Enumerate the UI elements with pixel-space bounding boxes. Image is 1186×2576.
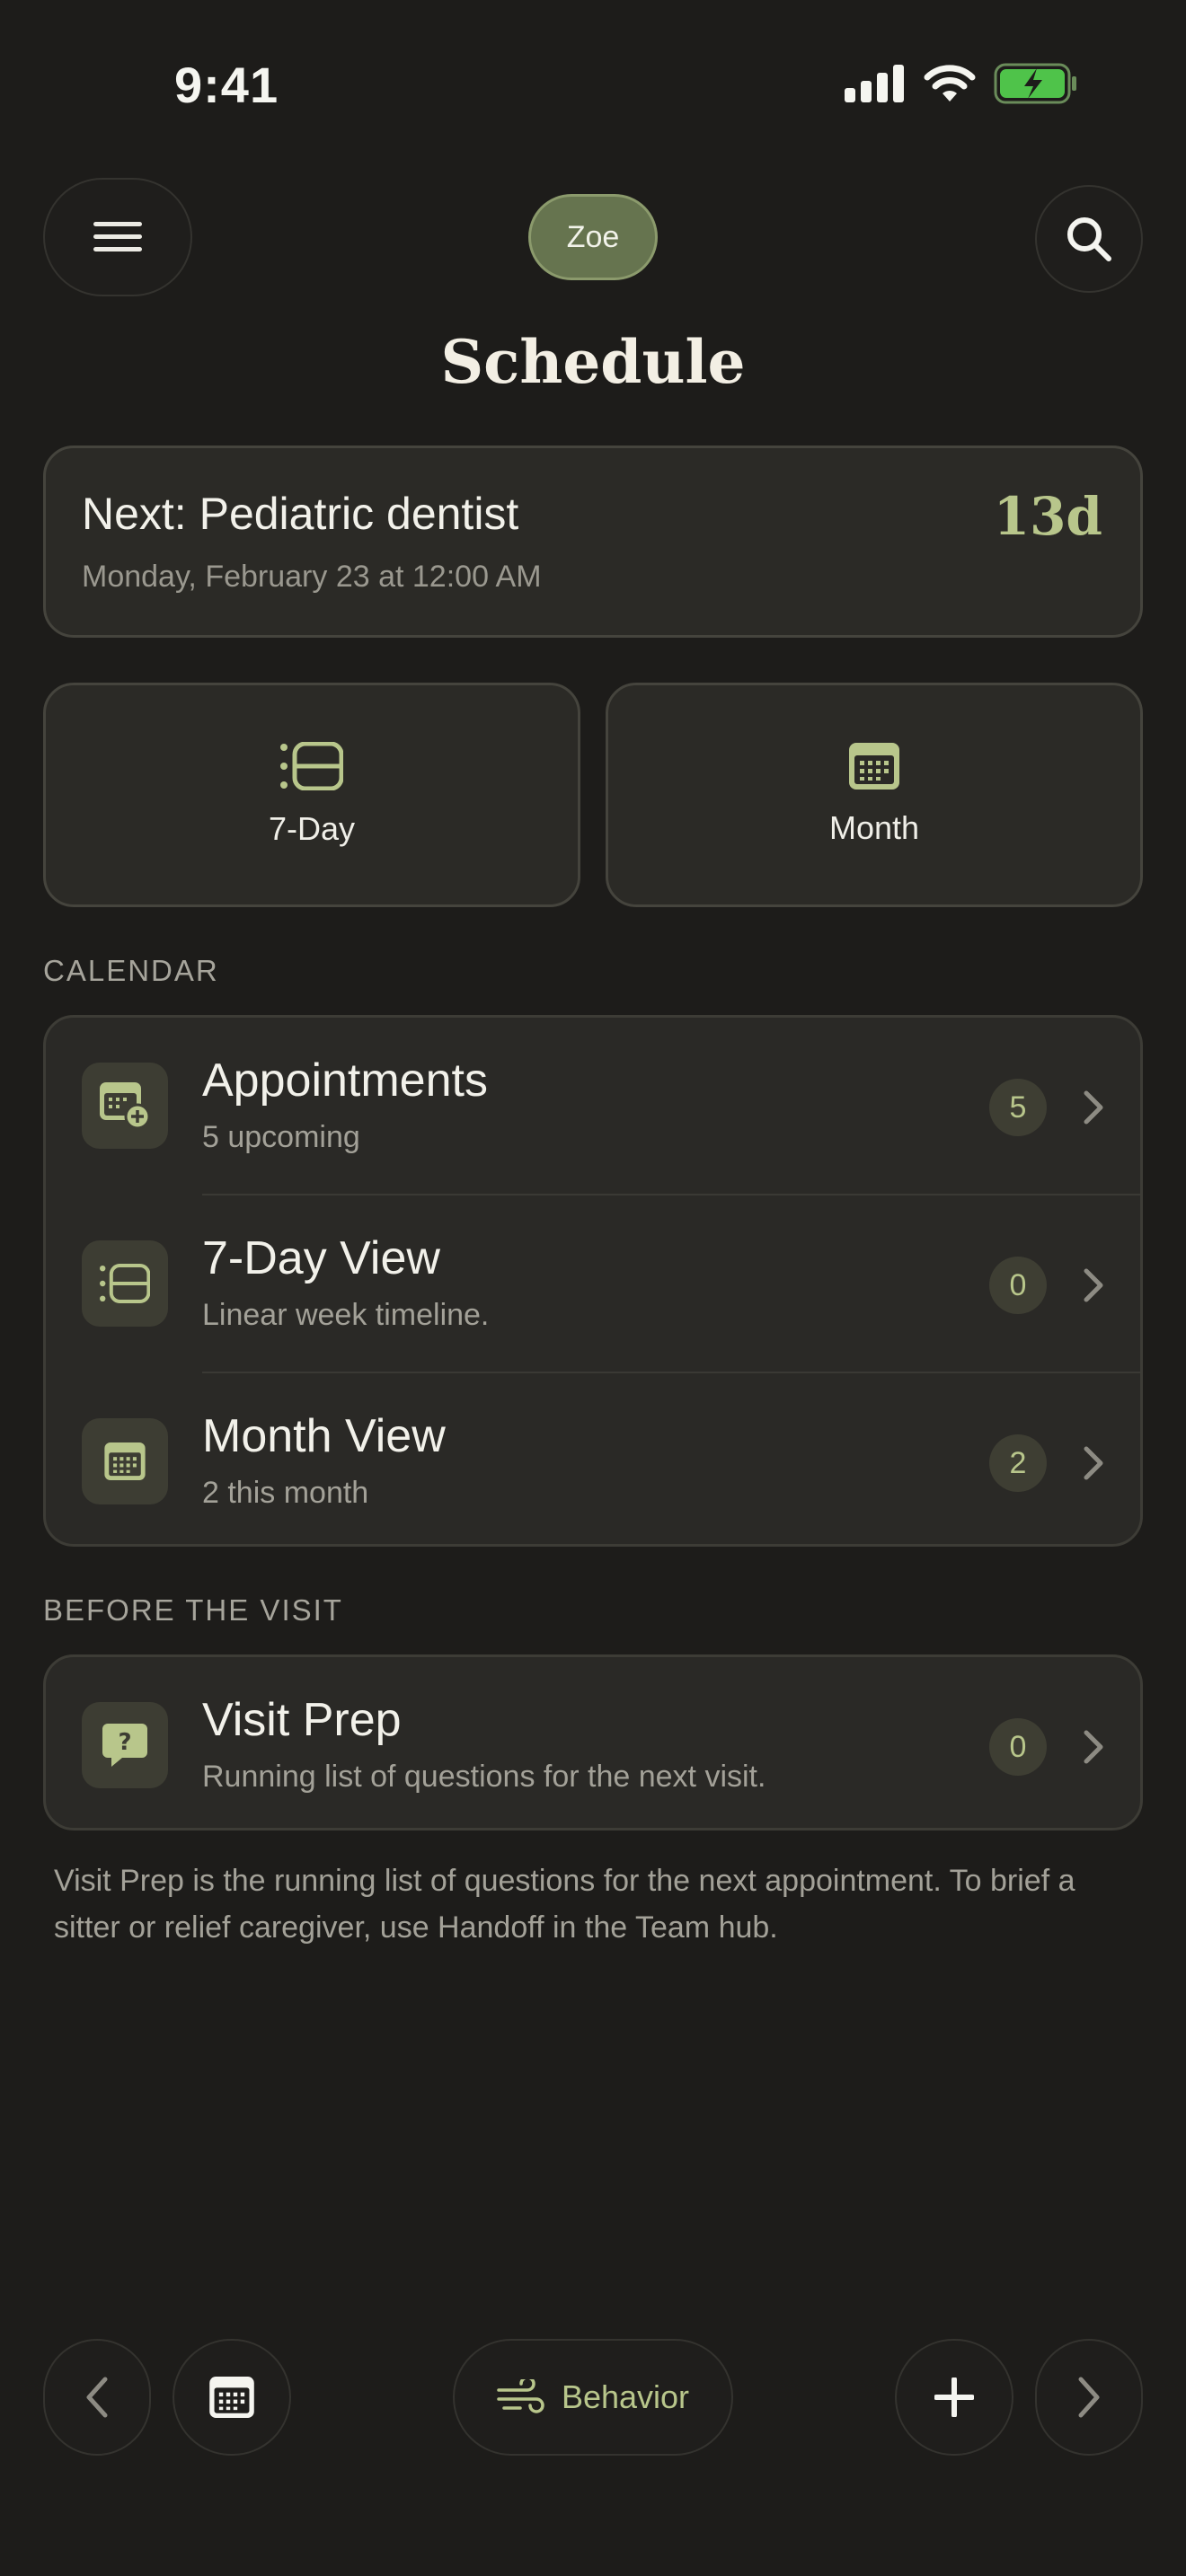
next-appointment-countdown: 13d [993,486,1102,547]
seven-day-tile[interactable]: 7-Day [43,683,580,907]
list-item-subtitle: Linear week timeline. [202,1298,490,1332]
month-tile-label: Month [828,809,920,846]
list-item-subtitle: Running list of questions for the next v… [202,1760,766,1794]
list-item-subtitle: 2 this month [202,1476,369,1510]
chevron-left-icon [86,2377,108,2418]
list-item-title: Visit Prep [202,1694,402,1746]
wifi-icon [924,65,976,101]
signal-icon [845,65,904,102]
calendar-add-icon [100,1082,150,1129]
list-item-month-view[interactable]: Month View 2 this month 2 [46,1373,1140,1544]
battery-charging-icon [994,63,1076,104]
count-badge: 5 [989,1079,1047,1136]
add-button[interactable] [895,2339,1013,2456]
search-button[interactable] [1035,185,1143,293]
calendar-icon [104,1442,146,1480]
visit-prep-footnote: Visit Prep is the running list of questi… [54,1864,1075,1945]
list-item-title: Month View [202,1410,446,1462]
list-item-subtitle: 5 upcoming [202,1120,360,1154]
status-icons [845,63,1078,104]
plus-icon [934,2378,974,2417]
timeline-icon [100,1264,150,1303]
next-appointment-title: Next: Pediatric dentist [82,489,519,539]
behavior-button[interactable]: Behavior [453,2339,733,2456]
chevron-right-icon [1084,1446,1103,1480]
before-visit-section-label: BEFORE THE VISIT [43,1593,343,1627]
chevron-right-icon [1084,1730,1103,1764]
list-item-appointments[interactable]: Appointments 5 upcoming 5 [46,1018,1140,1195]
calendar-icon [849,743,899,790]
month-tile[interactable]: Month [606,683,1143,907]
next-button[interactable] [1035,2339,1143,2456]
previous-button[interactable] [43,2339,151,2456]
behavior-label: Behavior [561,2378,690,2415]
calendar-list: Appointments 5 upcoming 5 7-Day View Lin… [43,1015,1143,1547]
chevron-right-icon [1084,1268,1103,1302]
wind-icon [497,2379,544,2413]
before-visit-list: ? Visit Prep Running list of questions f… [43,1654,1143,1831]
list-item-seven-day-view[interactable]: 7-Day View Linear week timeline. 0 [46,1195,1140,1373]
timeline-icon [280,742,343,790]
svg-text:?: ? [118,1729,131,1756]
next-appointment-card[interactable]: Next: Pediatric dentist Monday, February… [43,446,1143,638]
next-appointment-datetime: Monday, February 23 at 12:00 AM [82,560,542,594]
count-badge: 2 [989,1434,1047,1492]
list-item-title: 7-Day View [202,1232,440,1284]
chevron-right-icon [1084,1090,1103,1125]
calendar-icon [209,2377,254,2418]
search-icon [1067,217,1111,261]
status-time: 9:41 [174,57,279,113]
count-badge: 0 [989,1718,1047,1776]
menu-button[interactable] [43,178,192,296]
list-item-title: Appointments [202,1054,488,1107]
question-bubble-icon: ? [102,1724,147,1767]
list-item-visit-prep[interactable]: ? Visit Prep Running list of questions f… [46,1657,1140,1828]
page-title: Schedule [440,327,746,397]
calendar-button[interactable] [173,2339,291,2456]
calendar-section-label: CALENDAR [43,954,219,987]
chevron-right-icon [1078,2377,1100,2418]
count-badge: 0 [989,1257,1047,1314]
profile-switcher[interactable]: Zoe [528,194,658,280]
hamburger-icon [93,222,142,251]
seven-day-tile-label: 7-Day [268,810,356,847]
